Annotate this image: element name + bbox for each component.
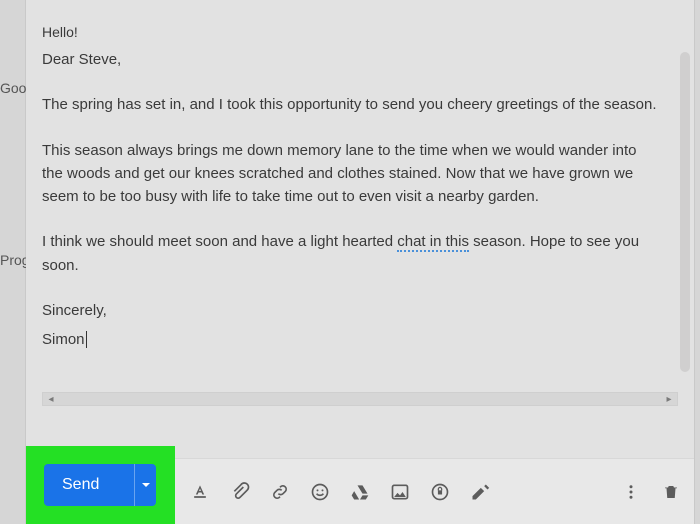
- body-paragraph: I think we should meet soon and have a l…: [42, 230, 658, 277]
- insert-signature-icon[interactable]: [470, 482, 490, 502]
- send-button[interactable]: Send: [44, 464, 156, 506]
- compose-window: Hello! Dear Steve, The spring has set in…: [26, 0, 694, 524]
- attach-file-icon[interactable]: [230, 482, 250, 502]
- vertical-scrollbar[interactable]: [680, 52, 690, 372]
- scroll-right-arrow-icon[interactable]: ▸: [663, 394, 675, 406]
- body-signoff: Sincerely,: [42, 299, 658, 322]
- body-paragraph: The spring has set in, and I took this o…: [42, 93, 658, 116]
- chevron-down-icon: [141, 480, 151, 490]
- discard-draft-icon[interactable]: [662, 483, 680, 501]
- insert-drive-icon[interactable]: [350, 482, 370, 502]
- body-salutation: Dear Steve,: [42, 48, 658, 71]
- subject-field[interactable]: Hello!: [26, 0, 694, 48]
- confidential-mode-icon[interactable]: [430, 482, 450, 502]
- horizontal-scrollbar[interactable]: ◂ ▸: [42, 392, 678, 406]
- body-signature: Simon: [42, 328, 658, 351]
- body-text: I think we should meet soon and have a l…: [42, 233, 397, 250]
- insert-photo-icon[interactable]: [390, 482, 410, 502]
- send-options-dropdown[interactable]: [134, 464, 156, 506]
- compose-body[interactable]: Dear Steve, The spring has set in, and I…: [42, 48, 678, 388]
- scroll-left-arrow-icon[interactable]: ◂: [45, 394, 57, 406]
- insert-link-icon[interactable]: [270, 482, 290, 502]
- send-button-label: Send: [44, 476, 99, 494]
- format-text-icon[interactable]: [190, 482, 210, 502]
- insert-emoji-icon[interactable]: [310, 482, 330, 502]
- background-text-fragment: Goo: [0, 80, 26, 96]
- more-options-icon[interactable]: [622, 483, 640, 501]
- spellcheck-underline[interactable]: chat in this: [397, 233, 469, 252]
- body-paragraph: This season always brings me down memory…: [42, 139, 658, 209]
